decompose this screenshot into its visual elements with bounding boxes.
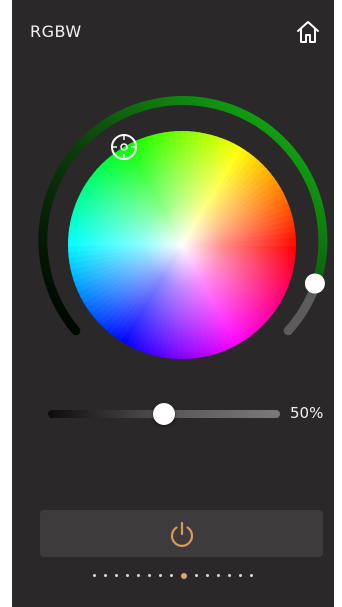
page-dot-active[interactable]	[181, 572, 187, 579]
page-dot[interactable]	[126, 574, 129, 577]
page-dot[interactable]	[239, 574, 242, 577]
home-icon	[297, 21, 319, 43]
brightness-ring-inactive	[283, 282, 320, 336]
ring-handle[interactable]	[304, 273, 325, 294]
home-button[interactable]	[294, 18, 322, 46]
page-dot[interactable]	[206, 574, 209, 577]
slider-thumb[interactable]	[153, 403, 175, 425]
page-dot[interactable]	[170, 574, 173, 577]
page-dot[interactable]	[148, 574, 151, 577]
power-button[interactable]	[40, 510, 323, 557]
page-dot[interactable]	[250, 574, 253, 577]
page-dot[interactable]	[195, 574, 198, 577]
page-dot[interactable]	[159, 574, 162, 577]
page-dot[interactable]	[104, 574, 107, 577]
power-icon	[170, 521, 193, 547]
page-dot[interactable]	[228, 574, 231, 577]
color-wheel-area	[38, 96, 328, 359]
app-screen: RGBW 50%	[12, 0, 334, 607]
page-title: RGBW	[30, 22, 82, 41]
color-wheel-center-glow	[68, 131, 296, 359]
page-dot[interactable]	[93, 574, 96, 577]
brightness-slider[interactable]	[48, 402, 280, 426]
page-dot[interactable]	[217, 574, 220, 577]
page-dot[interactable]	[115, 574, 118, 577]
page-indicator	[12, 572, 334, 579]
brightness-value: 50%	[290, 404, 324, 422]
page-dot[interactable]	[137, 574, 140, 577]
